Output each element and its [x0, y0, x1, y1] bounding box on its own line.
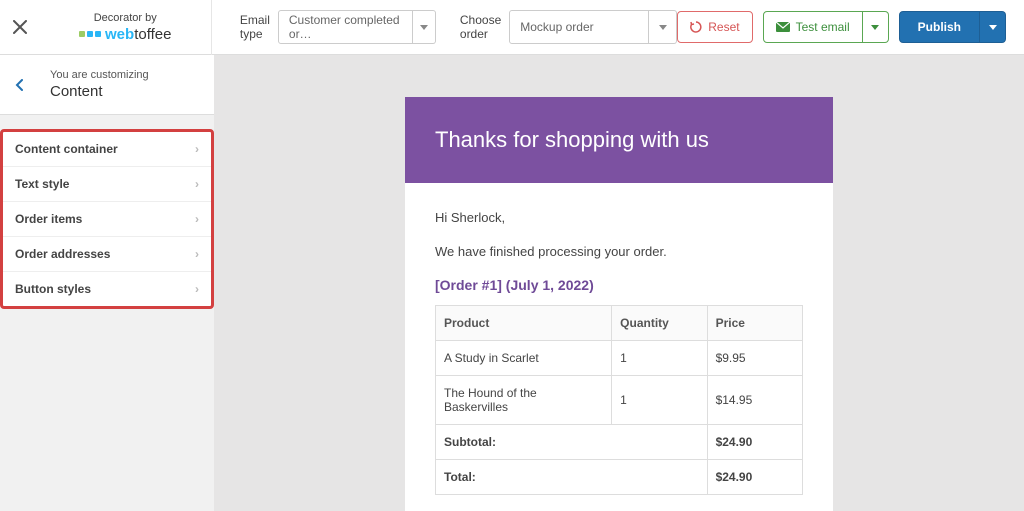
- choose-order-group: Choose order Mockup order: [460, 10, 677, 44]
- reset-icon: [690, 21, 702, 33]
- email-type-value: Customer completed or…: [278, 10, 413, 44]
- publish-caret[interactable]: [980, 11, 1006, 43]
- caret-down-icon: [659, 25, 667, 30]
- chevron-left-icon: [15, 79, 23, 91]
- cell-product: The Hound of the Baskervilles: [436, 376, 612, 425]
- panel-title: Content: [50, 83, 149, 100]
- menu-item-order-addresses[interactable]: Order addresses ›: [3, 237, 211, 272]
- sidebar: You are customizing Content Content cont…: [0, 55, 214, 511]
- menu-item-order-items[interactable]: Order items ›: [3, 202, 211, 237]
- reset-label: Reset: [708, 20, 739, 34]
- menu-item-label: Button styles: [15, 282, 91, 296]
- table-row: The Hound of the Baskervilles 1 $14.95: [436, 376, 803, 425]
- choose-order-select[interactable]: Mockup order: [509, 10, 677, 44]
- email-preview: Thanks for shopping with us Hi Sherlock,…: [405, 97, 833, 511]
- menu-item-label: Order addresses: [15, 247, 110, 261]
- col-qty: Quantity: [612, 306, 707, 341]
- topbar-right: Reset Test email Publish: [677, 11, 1024, 43]
- breadcrumb: You are customizing: [50, 69, 149, 81]
- close-button[interactable]: [0, 0, 40, 55]
- brand-tagline: Decorator by: [94, 12, 157, 24]
- chevron-right-icon: ›: [195, 247, 199, 261]
- back-button[interactable]: [0, 79, 38, 91]
- email-type-caret[interactable]: [413, 10, 436, 44]
- caret-down-icon: [420, 25, 428, 30]
- email-type-label: Email type: [240, 13, 270, 41]
- chevron-right-icon: ›: [195, 282, 199, 296]
- email-heading: Thanks for shopping with us: [405, 97, 833, 183]
- email-greeting: Hi Sherlock,: [435, 209, 803, 227]
- test-email-split: Test email: [763, 11, 889, 43]
- order-table: Product Quantity Price A Study in Scarle…: [435, 305, 803, 495]
- caret-down-icon: [871, 25, 879, 30]
- choose-order-caret[interactable]: [649, 10, 677, 44]
- caret-down-icon: [989, 25, 997, 30]
- total-value: $24.90: [707, 460, 802, 495]
- total-label: Total:: [436, 460, 708, 495]
- test-email-caret[interactable]: [863, 11, 889, 43]
- cell-price: $9.95: [707, 341, 802, 376]
- col-price: Price: [707, 306, 802, 341]
- order-line: [Order #1] (July 1, 2022): [435, 277, 803, 293]
- email-body: Hi Sherlock, We have finished processing…: [405, 183, 833, 511]
- table-header-row: Product Quantity Price: [436, 306, 803, 341]
- chevron-right-icon: ›: [195, 212, 199, 226]
- cell-price: $14.95: [707, 376, 802, 425]
- topbar: Decorator by webtoffee Email type Custom…: [0, 0, 1024, 55]
- test-email-button[interactable]: Test email: [763, 11, 863, 43]
- brand-logo: webtoffee: [79, 26, 171, 43]
- chevron-right-icon: ›: [195, 177, 199, 191]
- cell-qty: 1: [612, 376, 707, 425]
- email-type-group: Email type Customer completed or…: [240, 10, 436, 44]
- email-type-select[interactable]: Customer completed or…: [278, 10, 436, 44]
- menu-item-label: Order items: [15, 212, 82, 226]
- menu-item-label: Text style: [15, 177, 69, 191]
- menu-item-button-styles[interactable]: Button styles ›: [3, 272, 211, 306]
- reset-button[interactable]: Reset: [677, 11, 752, 43]
- cell-qty: 1: [612, 341, 707, 376]
- menu-highlight: Content container › Text style › Order i…: [0, 129, 214, 309]
- total-label: Subtotal:: [436, 425, 708, 460]
- brand-dots-icon: [79, 31, 101, 37]
- publish-button[interactable]: Publish: [899, 11, 980, 43]
- close-icon: [13, 20, 27, 34]
- mail-icon: [776, 22, 790, 32]
- preview-area: Thanks for shopping with us Hi Sherlock,…: [214, 55, 1024, 511]
- menu-item-text-style[interactable]: Text style ›: [3, 167, 211, 202]
- brand-wordmark: webtoffee: [105, 26, 171, 43]
- table-total-row: Subtotal: $24.90: [436, 425, 803, 460]
- total-value: $24.90: [707, 425, 802, 460]
- test-email-label: Test email: [796, 20, 850, 34]
- menu-item-label: Content container: [15, 142, 118, 156]
- table-row: A Study in Scarlet 1 $9.95: [436, 341, 803, 376]
- choose-order-label: Choose order: [460, 13, 501, 41]
- cell-product: A Study in Scarlet: [436, 341, 612, 376]
- menu-item-content-container[interactable]: Content container ›: [3, 132, 211, 167]
- chevron-right-icon: ›: [195, 142, 199, 156]
- email-intro: We have finished processing your order.: [435, 243, 803, 261]
- choose-order-value: Mockup order: [509, 10, 649, 44]
- panel-head: You are customizing Content: [0, 55, 214, 115]
- col-product: Product: [436, 306, 612, 341]
- table-total-row: Total: $24.90: [436, 460, 803, 495]
- publish-label: Publish: [918, 20, 961, 34]
- publish-split: Publish: [899, 11, 1006, 43]
- brand: Decorator by webtoffee: [40, 0, 212, 55]
